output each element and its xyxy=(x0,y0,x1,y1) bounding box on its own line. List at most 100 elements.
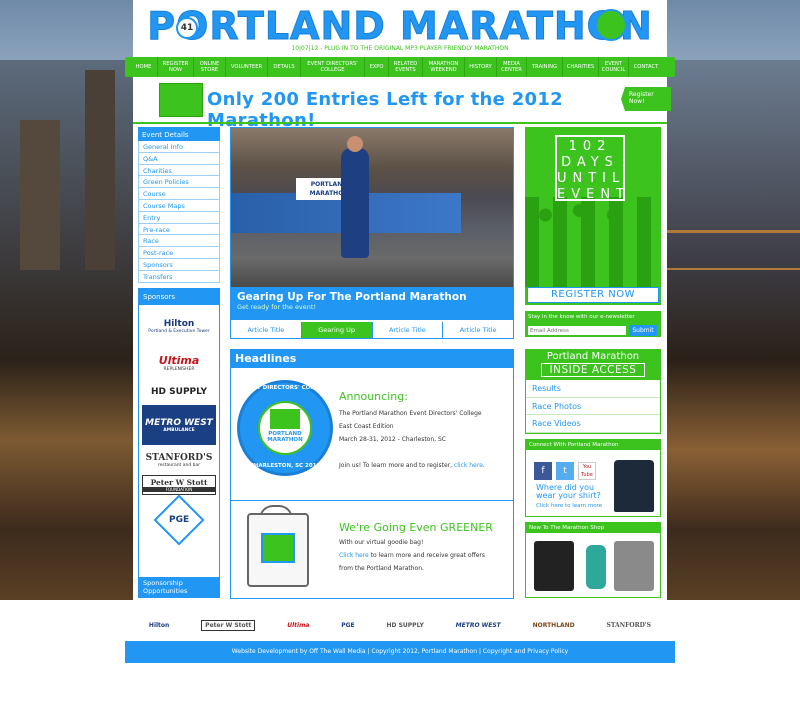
nav-related-events[interactable]: RELATED EVENTS xyxy=(389,57,423,77)
connect-heading: Connect With Portland Marathon xyxy=(526,440,660,450)
runner-head xyxy=(347,136,363,152)
runner-icon xyxy=(159,83,203,117)
nav-charities[interactable]: CHARITIES xyxy=(563,57,599,77)
sidebar-item-post-race[interactable]: Post-race xyxy=(138,247,220,259)
sidebar-heading: Event Details xyxy=(138,127,220,141)
shop-item-bottle[interactable] xyxy=(586,545,606,589)
story-line-rest: to learn more and receive great offers xyxy=(368,552,486,559)
headlines-heading: Headlines xyxy=(231,350,513,368)
runners-silhouette xyxy=(525,197,661,287)
countdown-number: 102 xyxy=(568,139,612,154)
nav-details[interactable]: DETAILS xyxy=(268,57,301,77)
shop-item-tshirt[interactable] xyxy=(614,541,654,591)
strip-sponsor-hd-supply[interactable]: HD SUPPLY xyxy=(387,622,424,629)
twitter-icon[interactable]: t xyxy=(556,462,574,480)
strip-sponsor-metro-west[interactable]: METRO WEST xyxy=(456,622,501,629)
nav-history[interactable]: HISTORY xyxy=(465,57,497,77)
seal-center-text: PORTLAND MARATHON xyxy=(267,431,303,443)
nav-event-council[interactable]: EVENT COUNCIL xyxy=(599,57,629,77)
nav-home[interactable]: HOME xyxy=(130,57,158,77)
nav-register-now[interactable]: REGISTER NOW xyxy=(158,57,194,77)
youtube-icon[interactable]: You Tube xyxy=(578,462,596,480)
slide-title[interactable]: Gearing Up For The Portland Marathon xyxy=(237,291,507,303)
strip-sponsor-northland[interactable]: NORTHLAND xyxy=(533,622,575,629)
banner-text[interactable]: Only 200 Entries Left for the 2012 Marat… xyxy=(207,89,667,131)
goodie-bag-image[interactable] xyxy=(247,513,309,587)
sponsor-stanfords-logo[interactable]: STANFORD'S restaurant and bar xyxy=(142,449,216,471)
nav-marathon-weekend[interactable]: MARATHON WEEKEND xyxy=(423,57,465,77)
slide-photo[interactable]: PORTLAND MARATHON xyxy=(231,128,513,287)
sidebar-item-transfers[interactable]: Transfers xyxy=(138,270,220,283)
sponsorship-opportunities-link[interactable]: Sponsorship Opportunities xyxy=(139,577,219,597)
site-logo[interactable]: PORTLAND MARATHON xyxy=(143,7,657,46)
email-field[interactable] xyxy=(528,326,626,335)
facebook-icon[interactable]: f xyxy=(534,462,552,480)
slide-tabs: Article Title Gearing Up Article Title A… xyxy=(231,322,513,338)
background-city-right xyxy=(665,60,800,600)
click-here-link[interactable]: Click here xyxy=(339,552,369,559)
featured-slideshow: PORTLAND MARATHON Gearing Up For The Por… xyxy=(230,127,514,339)
shirt-learn-more-link[interactable]: Click here to learn more xyxy=(536,503,602,509)
sidebar-item-pre-race[interactable]: Pre-race xyxy=(138,223,220,236)
sidebar-item-course-maps[interactable]: Course Maps xyxy=(138,199,220,212)
slide-tab-1[interactable]: Article Title xyxy=(231,322,302,338)
sidebar-item-green-policies[interactable]: Green Policies xyxy=(138,176,220,189)
sponsor-metro-west-logo[interactable]: METRO WEST AMBULANCE xyxy=(142,405,216,445)
sponsor-pge-logo[interactable]: PGE xyxy=(142,494,216,546)
headlines-panel: Headlines EVENT DIRECTORS' COLLEGE PORTL… xyxy=(230,349,514,599)
bottom-sponsor-strip: Hilton Peter W Stott Ultima PGE HD SUPPL… xyxy=(133,610,667,640)
slide-tab-4[interactable]: Article Title xyxy=(443,322,513,338)
nav-volunteer[interactable]: VOLUNTEER xyxy=(226,57,268,77)
sponsor-ultima-logo[interactable]: Ultima REPLENISHER xyxy=(142,347,216,379)
nav-expo[interactable]: EXPO xyxy=(365,57,389,77)
sponsor-name: STANFORD'S xyxy=(145,452,213,463)
event-details-sidebar: Event Details General Info Q&A Charities… xyxy=(138,127,220,283)
slide-tab-3[interactable]: Article Title xyxy=(372,322,444,338)
runner-logo-icon xyxy=(595,9,627,41)
strip-sponsor-peter-w-stott[interactable]: Peter W Stott xyxy=(201,619,256,631)
results-link[interactable]: Results xyxy=(526,380,660,398)
banner-register-button[interactable]: Register Now! xyxy=(621,87,671,111)
strip-sponsor-ultima[interactable]: Ultima xyxy=(287,622,309,629)
nav-contact[interactable]: CONTACT xyxy=(629,57,663,77)
sponsor-hilton-logo[interactable]: Hilton Portland & Executive Tower xyxy=(142,309,216,343)
sponsor-hd-supply-logo[interactable]: HD SUPPLY xyxy=(142,383,216,401)
nav-training[interactable]: TRAINING xyxy=(527,57,563,77)
sidebar-item-charities[interactable]: Charities xyxy=(138,164,220,177)
site-footer[interactable]: Website Development by Off The Wall Medi… xyxy=(125,641,675,663)
slide-tab-2[interactable]: Gearing Up xyxy=(301,322,373,338)
inside-access-panel: Portland Marathon INSIDE ACCESS Results … xyxy=(525,349,661,434)
sidebar-item-sponsors[interactable]: Sponsors xyxy=(138,258,220,271)
shirt-question[interactable]: Where did you wear your shirt? xyxy=(536,484,612,500)
register-now-button[interactable]: REGISTER NOW xyxy=(527,287,659,303)
click-here-link[interactable]: click here xyxy=(454,462,483,469)
newsletter-label: Stay in the know with our e-newsletter xyxy=(528,314,635,320)
shop-item-longsleeve-shirt[interactable] xyxy=(534,541,574,591)
sponsor-sub: restaurant and bar xyxy=(157,462,201,468)
event-directors-college-seal[interactable]: EVENT DIRECTORS' COLLEGE PORTLAND MARATH… xyxy=(237,380,333,476)
sidebar-item-entry[interactable]: Entry xyxy=(138,211,220,224)
sidebar-item-course[interactable]: Course xyxy=(138,188,220,200)
newsletter-submit-button[interactable]: Submit xyxy=(629,325,657,336)
story-title[interactable]: Announcing: xyxy=(339,390,408,403)
sponsor-peter-w-stott-logo[interactable]: Peter W Stott FOUNDATION xyxy=(142,475,216,495)
sidebar-item-general-info[interactable]: General Info xyxy=(138,141,220,153)
nav-event-directors-college[interactable]: EVENT DIRECTORS' COLLEGE xyxy=(301,57,365,77)
nav-online-store[interactable]: ONLINE STORE xyxy=(194,57,226,77)
shirt-image[interactable] xyxy=(614,460,654,512)
story-line: March 28-31, 2012 - Charleston, SC xyxy=(339,436,446,443)
sidebar-item-race[interactable]: Race xyxy=(138,235,220,248)
story-title[interactable]: We're Going Even GREENER xyxy=(339,521,493,534)
strip-sponsor-pge[interactable]: PGE xyxy=(341,622,354,629)
newsletter-signup: Stay in the know with our e-newsletter S… xyxy=(525,311,661,337)
sidebar-item-qa[interactable]: Q&A xyxy=(138,152,220,165)
story-greener: We're Going Even GREENER With our virtua… xyxy=(231,500,513,598)
strip-sponsor-hilton[interactable]: Hilton xyxy=(149,622,169,629)
story-line: East Coast Edition xyxy=(339,423,394,430)
nav-media-center[interactable]: MEDIA CENTER xyxy=(497,57,527,77)
countdown-widget: 102 DAYS UNTIL EVENT REGISTER NOW xyxy=(525,127,661,305)
race-photos-link[interactable]: Race Photos xyxy=(526,398,660,415)
marathon-shop-panel: New To The Marathon Shop xyxy=(525,522,661,598)
race-videos-link[interactable]: Race Videos xyxy=(526,415,660,433)
strip-sponsor-stanfords[interactable]: STANFORD'S xyxy=(607,622,651,629)
